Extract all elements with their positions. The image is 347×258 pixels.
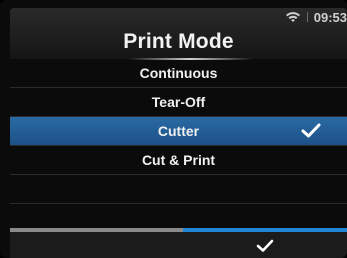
check-icon <box>301 123 321 138</box>
confirm-button[interactable] <box>183 228 347 258</box>
footer-bar <box>10 228 347 258</box>
menu-item-cut-and-print[interactable]: Cut & Print <box>10 146 347 175</box>
menu-item-cutter[interactable]: Cutter <box>10 117 347 146</box>
menu-item-label: Continuous <box>139 65 218 81</box>
clock: 09:53 <box>313 9 347 25</box>
menu-item-label: Cutter <box>157 123 200 139</box>
menu-item-label: Tear-Off <box>151 94 206 110</box>
header-bar: 09:53 Print Mode <box>10 8 347 60</box>
print-mode-list: Continuous Tear-Off Cutter Cut & Print <box>10 59 347 233</box>
status-area: 09:53 <box>285 8 347 26</box>
printer-display: 09:53 Print Mode Continuous Tear-Off Cut… <box>0 0 347 258</box>
menu-item-continuous[interactable]: Continuous <box>10 59 347 88</box>
status-separator <box>306 12 308 22</box>
back-button[interactable] <box>10 228 183 258</box>
wifi-icon <box>285 12 300 22</box>
empty-row <box>10 175 347 204</box>
check-icon <box>256 239 274 252</box>
menu-item-tear-off[interactable]: Tear-Off <box>10 88 347 117</box>
menu-item-label: Cut & Print <box>141 152 216 168</box>
page-title: Print Mode <box>123 30 234 53</box>
